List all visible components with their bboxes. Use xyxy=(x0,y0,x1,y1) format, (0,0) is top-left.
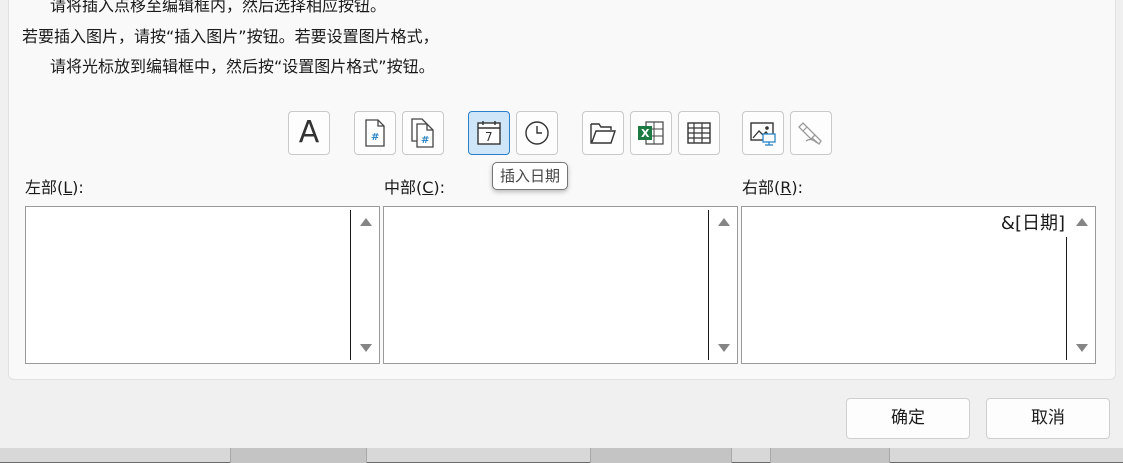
insert-page-number-button[interactable]: # xyxy=(354,111,396,155)
format-text-button[interactable]: A xyxy=(288,111,330,155)
scroll-down-arrow-icon[interactable] xyxy=(1076,344,1088,352)
right-scrollbar[interactable] xyxy=(1069,208,1094,362)
calendar-date-glyph: 7 xyxy=(485,130,493,144)
scroll-up-arrow-icon[interactable] xyxy=(718,218,730,226)
calendar-icon: 7 xyxy=(477,121,501,145)
insert-picture-button[interactable] xyxy=(742,111,784,155)
scroll-up-arrow-icon[interactable] xyxy=(1076,218,1088,226)
right-section-label: 右部(R): xyxy=(742,178,803,198)
instruction-line-1: 请将插入点移至编辑框内，然后选择相应按钮。 xyxy=(50,0,387,15)
left-label-text: 左部( xyxy=(25,178,64,197)
insert-file-path-button[interactable] xyxy=(582,111,624,155)
ok-button[interactable]: 确定 xyxy=(846,398,970,439)
excel-file-icon: X xyxy=(638,121,664,145)
left-section-label: 左部(L): xyxy=(25,178,84,198)
insert-sheet-name-button[interactable] xyxy=(678,111,720,155)
svg-text:#: # xyxy=(371,132,379,143)
format-picture-icon xyxy=(798,122,822,145)
center-label-text: 中部( xyxy=(384,178,423,197)
scroll-up-arrow-icon[interactable] xyxy=(360,218,372,226)
instruction-line-2: 若要插入图片，请按“插入图片”按钮。若要设置图片格式， xyxy=(22,27,439,46)
left-label-suffix: ): xyxy=(72,178,84,197)
header-footer-dialog: 请将插入点移至编辑框内，然后选择相应按钮。 若要插入图片，请按“插入图片”按钮。… xyxy=(0,0,1123,448)
folder-open-icon xyxy=(590,123,616,144)
insert-time-button[interactable] xyxy=(516,111,558,155)
format-picture-button xyxy=(790,111,832,155)
text-cursor-line xyxy=(708,210,709,360)
scroll-down-arrow-icon[interactable] xyxy=(718,344,730,352)
right-section-content: &[日期] xyxy=(1000,213,1065,234)
center-section-label: 中部(C): xyxy=(384,178,445,198)
left-label-accesskey: L xyxy=(63,178,73,197)
page-number-icon: # xyxy=(365,119,385,147)
right-label-accesskey: R xyxy=(780,178,792,197)
insert-date-tooltip: 插入日期 xyxy=(492,162,568,190)
insert-file-name-button[interactable]: X xyxy=(630,111,672,155)
picture-icon xyxy=(750,122,776,146)
center-scrollbar[interactable] xyxy=(711,208,736,362)
center-section-textbox[interactable] xyxy=(383,206,738,364)
cancel-button[interactable]: 取消 xyxy=(986,398,1110,439)
left-scrollbar[interactable] xyxy=(353,208,378,362)
svg-text:X: X xyxy=(641,127,650,140)
center-label-accesskey: C xyxy=(422,178,434,197)
svg-text:#: # xyxy=(421,135,429,146)
instruction-line-3: 请将光标放到编辑框中，然后按“设置图片格式”按钮。 xyxy=(50,57,435,76)
number-of-pages-icon: # xyxy=(411,118,434,148)
left-section-textbox[interactable] xyxy=(25,206,380,364)
right-label-suffix: ): xyxy=(791,178,804,197)
scroll-down-arrow-icon[interactable] xyxy=(360,344,372,352)
clock-icon xyxy=(525,121,549,145)
center-label-suffix: ): xyxy=(433,178,446,197)
text-cursor-line xyxy=(350,210,351,360)
insert-date-button[interactable]: 7 xyxy=(468,111,510,155)
text-cursor-line xyxy=(1066,237,1067,360)
right-section-textbox[interactable]: &[日期] xyxy=(741,206,1096,364)
right-label-text: 右部( xyxy=(742,178,781,197)
insert-number-of-pages-button[interactable]: # xyxy=(402,111,444,155)
letter-a-icon: A xyxy=(298,115,320,150)
sheet-grid-icon xyxy=(687,122,711,144)
